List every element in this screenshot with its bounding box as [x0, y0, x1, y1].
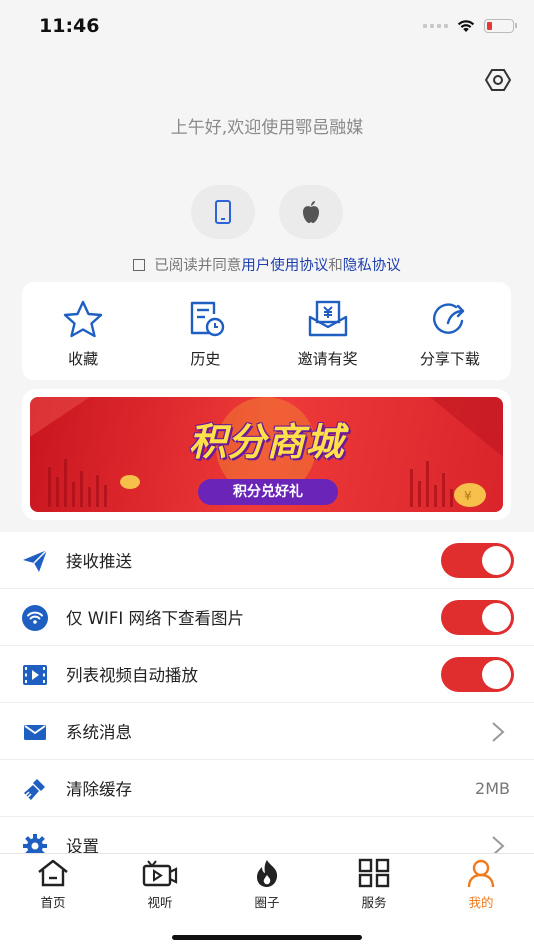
- phone-login-button[interactable]: [191, 185, 255, 239]
- wifi-status-icon: [457, 20, 475, 32]
- setting-row-wifi-images: 仅 WIFI 网络下查看图片: [0, 589, 534, 646]
- setting-label: 清除缓存: [66, 780, 132, 799]
- quick-action-favorites[interactable]: 收藏: [22, 282, 144, 380]
- invite-reward-icon: [306, 299, 350, 339]
- banner-image: ¥ 积分商城 积分兑好礼: [30, 397, 503, 512]
- privacy-policy-link[interactable]: 隐私协议: [343, 254, 401, 275]
- setting-row-cache[interactable]: 清除缓存 2MB: [0, 760, 534, 817]
- autoplay-toggle[interactable]: [441, 657, 514, 692]
- quick-action-share[interactable]: 分享下载: [389, 282, 511, 380]
- quick-action-label: 收藏: [68, 350, 99, 368]
- points-mall-banner[interactable]: ¥ 积分商城 积分兑好礼: [22, 389, 511, 520]
- tab-video[interactable]: 视听: [130, 858, 190, 911]
- tab-label: 圈子: [254, 895, 280, 910]
- tab-label: 我的: [468, 895, 494, 910]
- tab-label: 服务: [361, 895, 387, 910]
- phone-icon: [215, 200, 231, 224]
- cache-size-value: 2MB: [475, 778, 510, 798]
- settings-hex-button[interactable]: [484, 66, 512, 94]
- agreement-conjunction: 和: [328, 258, 343, 274]
- home-indicator: [172, 935, 362, 940]
- settings-hex-icon: [485, 69, 511, 91]
- agreement-row: 已阅读并同意 用户使用协议 和 隐私协议: [0, 254, 534, 275]
- cellular-signal-icon: [423, 24, 448, 28]
- setting-label: 仅 WIFI 网络下查看图片: [66, 609, 245, 628]
- svg-text:¥: ¥: [464, 489, 472, 503]
- tab-label: 视听: [147, 895, 173, 910]
- star-icon: [61, 299, 105, 339]
- setting-label: 接收推送: [66, 552, 132, 571]
- home-icon: [35, 858, 71, 888]
- setting-row-messages[interactable]: 系统消息: [0, 703, 534, 760]
- broom-icon: [22, 776, 48, 802]
- tab-circle[interactable]: 圈子: [237, 858, 297, 911]
- user-agreement-link[interactable]: 用户使用协议: [241, 254, 328, 275]
- status-time: 11:46: [39, 15, 100, 37]
- wifi-icon: [22, 605, 48, 631]
- agreement-checkbox[interactable]: [133, 258, 146, 271]
- setting-label: 系统消息: [66, 723, 132, 742]
- tab-mine[interactable]: 我的: [451, 858, 511, 911]
- wifi-images-toggle[interactable]: [441, 600, 514, 635]
- battery-icon: [484, 19, 517, 33]
- chevron-right-icon: [492, 722, 505, 742]
- tab-home[interactable]: 首页: [23, 858, 83, 911]
- video-icon: [22, 662, 48, 688]
- flame-icon: [249, 858, 285, 888]
- quick-actions-card: 收藏 历史 邀请有奖 分享下载: [22, 282, 511, 380]
- quick-action-label: 分享下载: [419, 350, 480, 368]
- banner-title: 积分商城: [188, 420, 345, 464]
- tab-label: 首页: [40, 895, 66, 910]
- history-icon: [183, 299, 227, 339]
- quick-action-history[interactable]: 历史: [144, 282, 266, 380]
- setting-label: 列表视频自动播放: [66, 666, 198, 685]
- agreement-prefix: 已阅读并同意: [154, 258, 242, 274]
- battery-level: [487, 22, 492, 30]
- status-bar: 11:46: [0, 0, 534, 52]
- quick-action-label: 历史: [190, 350, 221, 368]
- quick-action-label: 邀请有奖: [297, 350, 358, 368]
- grid-icon: [356, 858, 392, 888]
- push-toggle[interactable]: [441, 543, 514, 578]
- status-indicators: [423, 18, 517, 34]
- quick-action-invite[interactable]: 邀请有奖: [267, 282, 389, 380]
- apple-icon: [303, 201, 319, 223]
- settings-list: 接收推送 仅 WIFI 网络下查看图片 列表视频自动播放 系统消息 清除缓存 2…: [0, 532, 534, 874]
- share-download-icon: [428, 299, 472, 339]
- tab-services[interactable]: 服务: [344, 858, 404, 911]
- user-icon: [463, 858, 499, 888]
- video-camera-icon: [142, 858, 178, 888]
- send-icon: [22, 548, 48, 574]
- setting-row-push: 接收推送: [0, 532, 534, 589]
- setting-row-autoplay: 列表视频自动播放: [0, 646, 534, 703]
- mail-icon: [22, 719, 48, 745]
- apple-login-button[interactable]: [279, 185, 343, 239]
- banner-subtitle: 积分兑好礼: [198, 479, 338, 505]
- greeting-text: 上午好,欢迎使用鄂邑融媒: [170, 118, 364, 138]
